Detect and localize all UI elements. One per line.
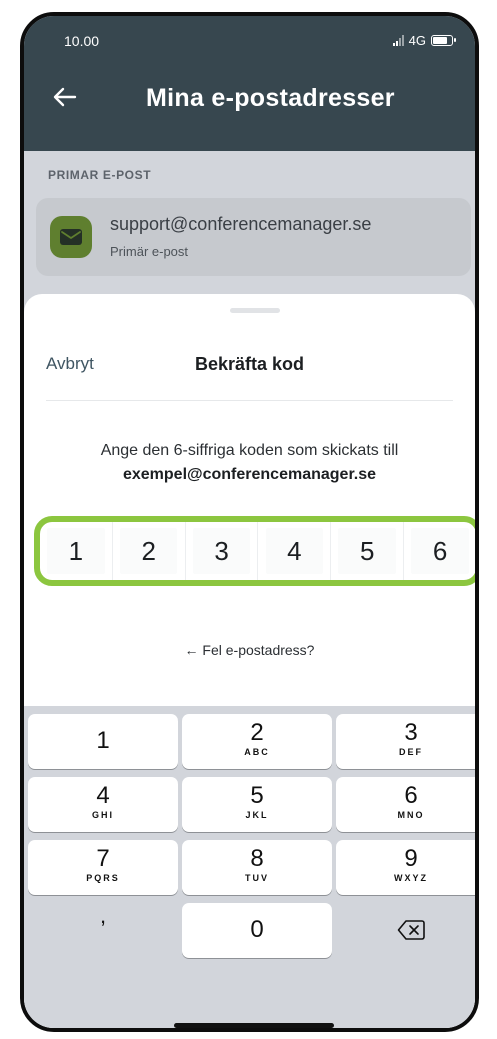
back-arrow-icon[interactable] [50,82,80,112]
key-number: 8 [250,845,264,872]
key-3[interactable]: 3 DEF [336,714,475,769]
code-digit-value: 2 [141,535,156,566]
code-digit-value: 4 [287,535,302,566]
status-indicators: 4G [392,33,456,48]
key-letters: JKL [245,810,269,820]
confirm-code-sheet: Avbryt Bekräfta kod Ange den 6-siffriga … [24,294,475,1028]
mail-icon [50,216,92,258]
app-header: 10.00 4G Mina e-postadresser [24,16,475,151]
key-number: , [99,903,107,928]
code-digit-value: 1 [68,535,84,566]
key-number: 4 [96,782,110,809]
key-letters: WXYZ [394,873,428,883]
status-time: 10.00 [64,33,100,49]
key-number: 1 [96,727,110,754]
key-letters: PQRS [86,873,120,883]
backspace-icon [397,920,425,940]
key-number: 0 [250,916,264,943]
status-bar: 10.00 4G [24,16,475,62]
numeric-keypad: 1 2 ABC 3 DEF 4 GHI 5 JKL 6 MNO 7 PQRS 8 TUV 9W… [24,706,475,1028]
key-number: 5 [250,782,264,809]
key-letters: MNO [397,810,425,820]
key-letters: TUV [245,873,269,883]
key-letters: DEF [399,747,423,757]
sheet-title: Bekräfta kod [194,354,305,374]
key-0[interactable]: 0 [182,903,332,958]
code-digit-value: 6 [432,535,448,566]
instruction-text: Ange den 6-siffriga koden som skickats t… [100,442,399,459]
key-6[interactable]: 6 MNO [336,777,475,832]
primary-email-address: support@conferencemanager.se [110,214,372,234]
phone-frame: 10.00 4G Mina e-postadresser PRIMAR E-PO… [20,12,479,1032]
signal-icon [392,35,404,46]
key-comma[interactable]: , [28,903,178,958]
battery-icon [431,35,456,46]
home-indicator [174,1023,334,1028]
sheet-divider [46,400,453,401]
code-digit-1[interactable]: 1 [40,522,113,580]
delete-key[interactable] [336,903,475,958]
code-input[interactable]: 1 2 3 4 5 6 [34,516,475,586]
code-digit-5[interactable]: 5 [331,522,405,580]
code-digit-value: 5 [359,535,375,566]
key-number: 3 [404,719,418,746]
key-number: 2 [250,719,264,746]
nav-row: Mina e-postadresser [24,76,475,126]
sheet-drag-handle[interactable] [230,308,280,313]
primary-email-subtitle: Primär e-post [110,244,189,259]
key-5[interactable]: 5 JKL [182,777,332,832]
page-title: Mina e-postadresser [146,84,395,112]
target-email: exempel@conferencemanager.se [122,466,377,483]
primary-email-card[interactable]: support@conferencemanager.se Primär e-po… [36,198,471,276]
network-label: 4G [408,33,426,48]
code-digit-3[interactable]: 3 [186,522,259,580]
key-7[interactable]: 7 PQRS [28,840,178,895]
key-number: 6 [404,782,418,809]
primary-section-label: PRIMAR E-POST [48,168,152,182]
code-digit-4[interactable]: 4 [258,522,332,580]
key-4[interactable]: 4 GHI [28,777,178,832]
wrong-email-link[interactable]: ← Fel e-postadress? [24,642,475,658]
key-1[interactable]: 1 [28,714,178,769]
key-letters: ABC [244,747,270,757]
code-digit-2[interactable]: 2 [113,522,186,580]
key-letters: GHI [91,810,114,820]
code-digit-6[interactable]: 6 [404,522,475,580]
key-8[interactable]: 8 TUV [182,840,332,895]
key-number: 7 [96,845,110,872]
key-9[interactable]: 9 WXYZ [336,840,475,895]
key-number: 9 [404,845,418,872]
key-2[interactable]: 2 ABC [182,714,332,769]
code-digit-value: 3 [214,535,229,566]
